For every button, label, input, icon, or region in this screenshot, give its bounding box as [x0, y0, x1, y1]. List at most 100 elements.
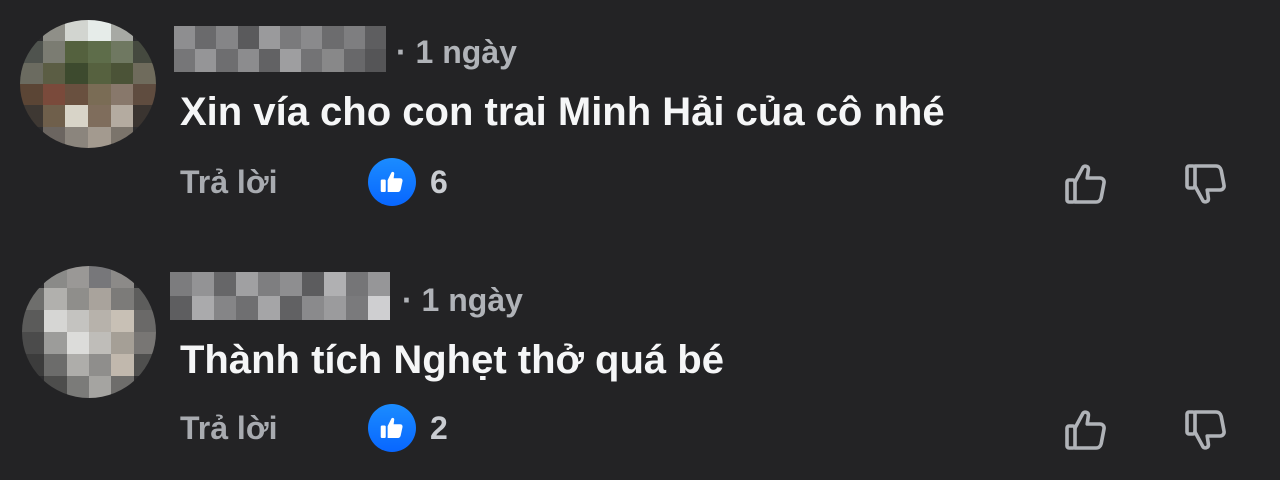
blur-pixel [66, 354, 89, 376]
blur-pixel [258, 49, 280, 72]
blur-pixel [133, 288, 156, 310]
blur-pixel [22, 288, 45, 310]
blur-pixel [87, 41, 111, 63]
thumbs-up-icon [1065, 410, 1106, 450]
blur-pixel [89, 310, 112, 332]
blur-pixel [133, 266, 156, 288]
blur-pixel [322, 49, 344, 72]
blur-pixel [368, 272, 390, 296]
blur-pixel [133, 310, 156, 332]
blur-pixel [111, 354, 134, 376]
reply-button[interactable]: Trả lời [180, 408, 277, 448]
like-reaction-icon [368, 404, 416, 452]
blur-pixel [89, 376, 112, 398]
blur-pixel [216, 49, 238, 72]
blur-pixel [89, 332, 112, 354]
blur-pixel [65, 105, 88, 127]
blur-pixel [89, 354, 112, 376]
reply-button[interactable]: Trả lời [180, 162, 277, 202]
blur-pixel [111, 376, 134, 398]
blur-pixel [133, 41, 156, 63]
blur-pixel [110, 105, 134, 127]
blur-pixel [133, 62, 156, 84]
blur-pixel [42, 126, 66, 148]
blur-pixel [42, 41, 66, 63]
thumbs-down-icon [1185, 410, 1226, 450]
downvote-button[interactable] [1178, 156, 1234, 212]
blur-pixel [280, 49, 302, 72]
blur-pixel [89, 266, 112, 288]
blur-pixel [22, 310, 45, 332]
comment-item: · 1 ngày Xin vía cho con trai Minh Hải c… [0, 0, 1280, 230]
blur-pixel [111, 310, 134, 332]
blur-pixel [66, 310, 89, 332]
comment-text: Thành tích Nghẹt thở quá bé [180, 338, 724, 382]
blur-pixel [343, 49, 365, 72]
comment-item: · 1 ngày Thành tích Nghẹt thở quá bé Trả… [0, 250, 1280, 480]
blur-pixel [111, 288, 134, 310]
blur-pixel [280, 26, 302, 49]
blur-pixel [236, 272, 258, 296]
avatar[interactable] [20, 20, 156, 148]
author-name-blurred[interactable] [170, 272, 390, 320]
blur-pixel [110, 41, 134, 63]
blur-pixel [133, 126, 156, 148]
like-reaction-icon [368, 158, 416, 206]
blur-pixel [20, 126, 43, 148]
avatar[interactable] [22, 266, 156, 398]
blur-pixel [87, 126, 111, 148]
upvote-button[interactable] [1058, 402, 1114, 458]
blur-pixel [66, 332, 89, 354]
upvote-button[interactable] [1058, 156, 1114, 212]
blur-pixel [110, 126, 134, 148]
blur-pixel [111, 266, 134, 288]
blur-pixel [174, 26, 196, 49]
blur-pixel [322, 26, 344, 49]
blur-pixel [65, 84, 88, 106]
blur-pixel [280, 272, 302, 296]
blur-pixel [301, 49, 323, 72]
blur-pixel [133, 20, 156, 42]
blur-pixel [87, 62, 111, 84]
blur-pixel [65, 20, 88, 42]
blur-pixel [170, 296, 192, 320]
blur-pixel [20, 62, 43, 84]
blur-pixel [343, 26, 365, 49]
blur-pixel [111, 332, 134, 354]
blur-pixel [324, 296, 346, 320]
blur-pixel [110, 62, 134, 84]
blur-pixel [22, 376, 45, 398]
blur-pixel [44, 354, 67, 376]
blur-pixel [44, 288, 67, 310]
blur-pixel [170, 272, 192, 296]
blur-pixel [44, 310, 67, 332]
blur-pixel [324, 272, 346, 296]
author-name-blurred[interactable] [174, 26, 386, 72]
blur-pixel [192, 296, 214, 320]
blur-pixel [364, 26, 386, 49]
blur-pixel [214, 296, 236, 320]
blur-pixel [133, 332, 156, 354]
blur-pixel [364, 49, 386, 72]
blur-pixel [237, 26, 259, 49]
blur-pixel [66, 266, 89, 288]
blur-pixel [214, 272, 236, 296]
blur-pixel [22, 266, 45, 288]
blur-pixel [20, 105, 43, 127]
blur-pixel [42, 105, 66, 127]
blur-pixel [65, 41, 88, 63]
downvote-button[interactable] [1178, 402, 1234, 458]
comment-text: Xin vía cho con trai Minh Hải của cô nhé [180, 90, 945, 134]
blur-pixel [346, 296, 368, 320]
thumbs-up-icon [1065, 164, 1106, 204]
blur-pixel [44, 266, 67, 288]
blur-pixel [87, 84, 111, 106]
blur-pixel [110, 20, 134, 42]
blur-pixel [236, 296, 258, 320]
blur-pixel [66, 288, 89, 310]
blur-pixel [20, 84, 43, 106]
like-count: 6 [430, 164, 448, 200]
blur-pixel [174, 49, 196, 72]
blur-pixel [87, 20, 111, 42]
thumbs-down-icon [1185, 164, 1226, 204]
